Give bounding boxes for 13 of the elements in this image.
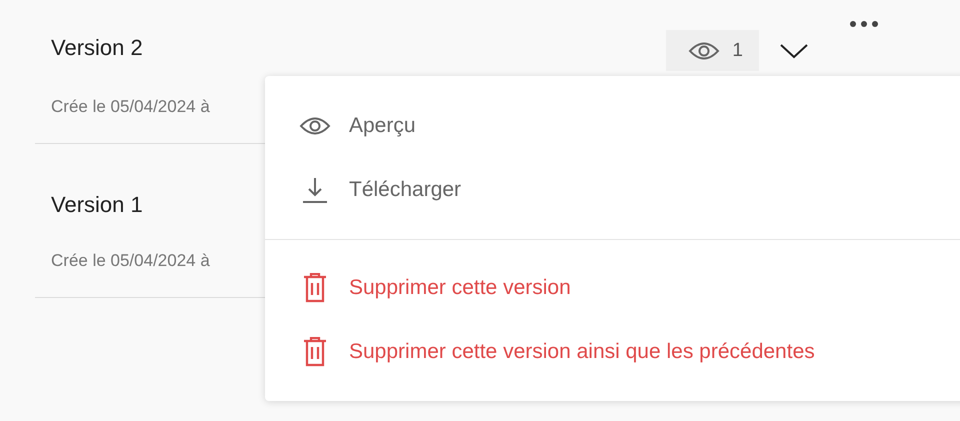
menu-item[interactable]: Supprimer cette version (265, 256, 960, 320)
eye-icon (688, 40, 720, 62)
eye-icon (299, 115, 331, 137)
version-title: Version 2 (51, 34, 143, 60)
version-title: Version 1 (51, 192, 143, 218)
menu-item[interactable]: Supprimer cette version ainsi que les précédentes (265, 320, 960, 384)
more-icon[interactable] (849, 20, 879, 28)
menu-item[interactable]: Télécharger (265, 158, 960, 222)
creation-date: Crée le 05/04/2024 à (51, 250, 211, 272)
menu-item[interactable]: Aperçu (265, 94, 960, 158)
chevron-down-icon[interactable] (779, 42, 809, 60)
creation-date: Crée le 05/04/2024 à (51, 96, 211, 118)
view-count-badge: 1 (666, 30, 759, 71)
